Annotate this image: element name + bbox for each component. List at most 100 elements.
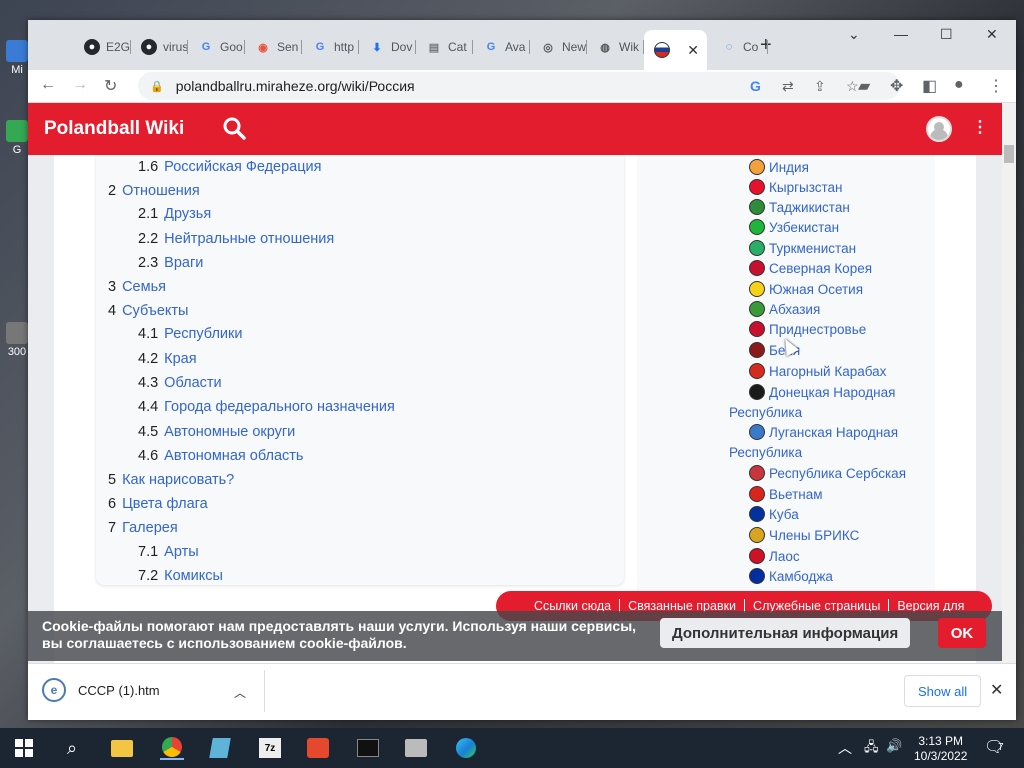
related-country-link[interactable]: Южная Осетия bbox=[749, 280, 949, 300]
desktop-icon[interactable]: Mi bbox=[4, 40, 30, 76]
scrollbar-thumb[interactable] bbox=[1004, 145, 1014, 163]
browser-tab[interactable]: ◎ New bbox=[530, 32, 587, 62]
search-icon[interactable]: ⌕ bbox=[60, 736, 84, 760]
toc-link[interactable]: 4 Субъекты bbox=[108, 303, 188, 319]
menu-icon[interactable]: ⋮ bbox=[988, 76, 1004, 96]
toc-link[interactable]: 2.3 Враги bbox=[138, 255, 203, 271]
download-item[interactable]: e СССР (1).htm bbox=[42, 678, 160, 702]
minimize-button[interactable]: — bbox=[894, 26, 908, 42]
close-download-bar-icon[interactable]: ✕ bbox=[990, 680, 1003, 700]
toc-link[interactable]: 4.1 Республики bbox=[138, 326, 242, 342]
close-tab-icon[interactable]: ✕ bbox=[687, 42, 699, 59]
network-icon[interactable]: 🖧 bbox=[864, 738, 879, 760]
browser-tab[interactable]: G Ava bbox=[473, 32, 530, 62]
lock-icon[interactable]: 🔒 bbox=[150, 80, 164, 93]
toc-link[interactable]: 3 Семья bbox=[108, 279, 166, 295]
translate-icon[interactable]: ⇄ bbox=[782, 72, 794, 100]
more-info-button[interactable]: Дополнительная информация bbox=[660, 618, 911, 648]
share-icon[interactable]: ⇪ bbox=[814, 72, 826, 100]
related-country-link[interactable]: Донецкая Народная Республика bbox=[729, 383, 949, 423]
toc-link[interactable]: 4.6 Автономная область bbox=[138, 448, 303, 464]
toc-link[interactable]: 2 Отношения bbox=[108, 183, 200, 199]
related-country-link[interactable]: Узбекистан bbox=[749, 218, 949, 238]
edge-icon[interactable] bbox=[454, 736, 478, 760]
maximize-button[interactable]: ☐ bbox=[940, 26, 953, 43]
browser-tab[interactable]: ◌ Co bbox=[711, 32, 768, 62]
related-country-link[interactable]: Камбоджа bbox=[749, 567, 949, 587]
extensions-puzzle-icon[interactable]: ✥ bbox=[890, 76, 903, 96]
user-avatar[interactable] bbox=[926, 116, 952, 142]
desktop-icon[interactable]: G bbox=[4, 120, 30, 156]
browser-tab[interactable]: ✕ bbox=[644, 30, 707, 70]
more-options-icon[interactable]: ⋮ bbox=[972, 117, 988, 137]
chevron-up-icon[interactable]: ︿ bbox=[234, 684, 246, 701]
back-icon[interactable]: ← bbox=[40, 76, 56, 94]
toc-link[interactable]: 7.1 Арты bbox=[138, 544, 199, 560]
toc-link[interactable]: 5 Как нарисовать? bbox=[108, 472, 234, 488]
toc-link[interactable]: 7 Галерея bbox=[108, 520, 178, 536]
browser-tab[interactable]: ◉ Sen bbox=[245, 32, 302, 62]
related-country-link[interactable]: Республика Сербская bbox=[749, 464, 949, 484]
countryball-icon bbox=[749, 548, 765, 564]
volume-icon[interactable]: 🔊 bbox=[886, 738, 902, 754]
toc-link[interactable]: 4.2 Края bbox=[138, 351, 197, 367]
toc-link[interactable]: 4.4 Города федерального назначения bbox=[138, 399, 395, 415]
start-icon[interactable] bbox=[12, 736, 36, 760]
extension-icon[interactable]: ▰ bbox=[858, 76, 870, 96]
file-explorer-icon[interactable] bbox=[110, 736, 134, 760]
browser-tab[interactable]: ◍ Wik bbox=[587, 32, 644, 62]
toc-link[interactable]: 2.2 Нейтральные отношения bbox=[138, 231, 334, 247]
tab-search-icon[interactable]: ⌄ bbox=[848, 26, 860, 43]
forward-icon[interactable]: → bbox=[72, 76, 88, 94]
related-country-link[interactable]: Кыргызстан bbox=[749, 178, 949, 198]
related-country-link[interactable]: Лаос bbox=[749, 547, 949, 567]
chrome-icon[interactable] bbox=[160, 736, 184, 760]
show-all-button[interactable]: Show all bbox=[904, 675, 982, 707]
browser-tab[interactable]: Ghttp bbox=[302, 32, 359, 62]
toc-link[interactable]: 7.2 Комиксы bbox=[138, 568, 223, 584]
notepad-icon[interactable] bbox=[208, 736, 232, 760]
browser-tab[interactable]: ▤ Cat bbox=[416, 32, 473, 62]
related-country-link[interactable]: Абхазия bbox=[749, 300, 949, 320]
loading-icon: ◌ bbox=[725, 41, 733, 53]
7zip-icon[interactable]: 7z bbox=[258, 736, 282, 760]
related-country-link[interactable]: Луганская Народная Республика bbox=[729, 423, 949, 463]
snipping-tool-icon[interactable] bbox=[404, 736, 428, 760]
toc-link[interactable]: 4.3 Области bbox=[138, 375, 222, 391]
profile-icon[interactable]: ● bbox=[954, 76, 964, 94]
related-country-link[interactable]: Таджикистан bbox=[749, 198, 949, 218]
related-country-link[interactable]: Члены БРИКС bbox=[749, 526, 949, 546]
toc-link[interactable]: 4.5 Автономные округи bbox=[138, 424, 295, 440]
site-logo[interactable]: Polandball Wiki bbox=[44, 118, 184, 140]
related-country-link[interactable]: Индия bbox=[749, 158, 949, 178]
download-filename: СССР (1).htm bbox=[78, 682, 160, 698]
scrollbar[interactable] bbox=[1002, 103, 1016, 681]
related-country-link[interactable]: Вьетнам bbox=[749, 485, 949, 505]
related-country-link[interactable]: Приднестровье bbox=[749, 320, 949, 340]
toc-link[interactable]: 1.6 Российская Федерация bbox=[138, 159, 322, 175]
browser-tab[interactable]: ● virus bbox=[131, 32, 188, 62]
clock[interactable]: 3:13 PM 10/3/2022 bbox=[914, 734, 967, 764]
terminal-icon[interactable] bbox=[356, 736, 380, 760]
related-country-link[interactable]: Куба bbox=[749, 505, 949, 525]
side-panel-icon[interactable]: ◧ bbox=[922, 76, 937, 96]
google-lens-icon[interactable]: G bbox=[750, 72, 761, 100]
address-bar[interactable]: 🔒 polandballru.miraheze.org/wiki/Россия … bbox=[138, 72, 900, 100]
browser-tab[interactable]: ⬇ Dov bbox=[359, 32, 416, 62]
search-icon[interactable] bbox=[220, 114, 250, 144]
toc-link[interactable]: 2.1 Друзья bbox=[138, 206, 211, 222]
browser-tab[interactable]: ● E2G bbox=[74, 32, 131, 62]
related-country-link[interactable]: Туркменистан bbox=[749, 239, 949, 259]
desktop-icon[interactable]: 300 bbox=[4, 322, 30, 358]
bookmark-star-icon[interactable]: ☆ bbox=[846, 72, 859, 100]
ok-button[interactable]: OK bbox=[938, 618, 986, 648]
browser-tab[interactable]: G Goo bbox=[188, 32, 245, 62]
close-window-button[interactable]: ✕ bbox=[986, 26, 998, 43]
toc-link[interactable]: 6 Цвета флага bbox=[108, 496, 208, 512]
app-icon[interactable] bbox=[306, 736, 330, 760]
related-country-link[interactable]: Северная Корея bbox=[749, 259, 949, 279]
reload-icon[interactable]: ↻ bbox=[104, 76, 117, 96]
related-country-link[interactable]: Беня bbox=[749, 341, 949, 361]
related-country-link[interactable]: Нагорный Карабах bbox=[749, 362, 949, 382]
show-hidden-icons[interactable]: ︿ bbox=[838, 738, 852, 758]
